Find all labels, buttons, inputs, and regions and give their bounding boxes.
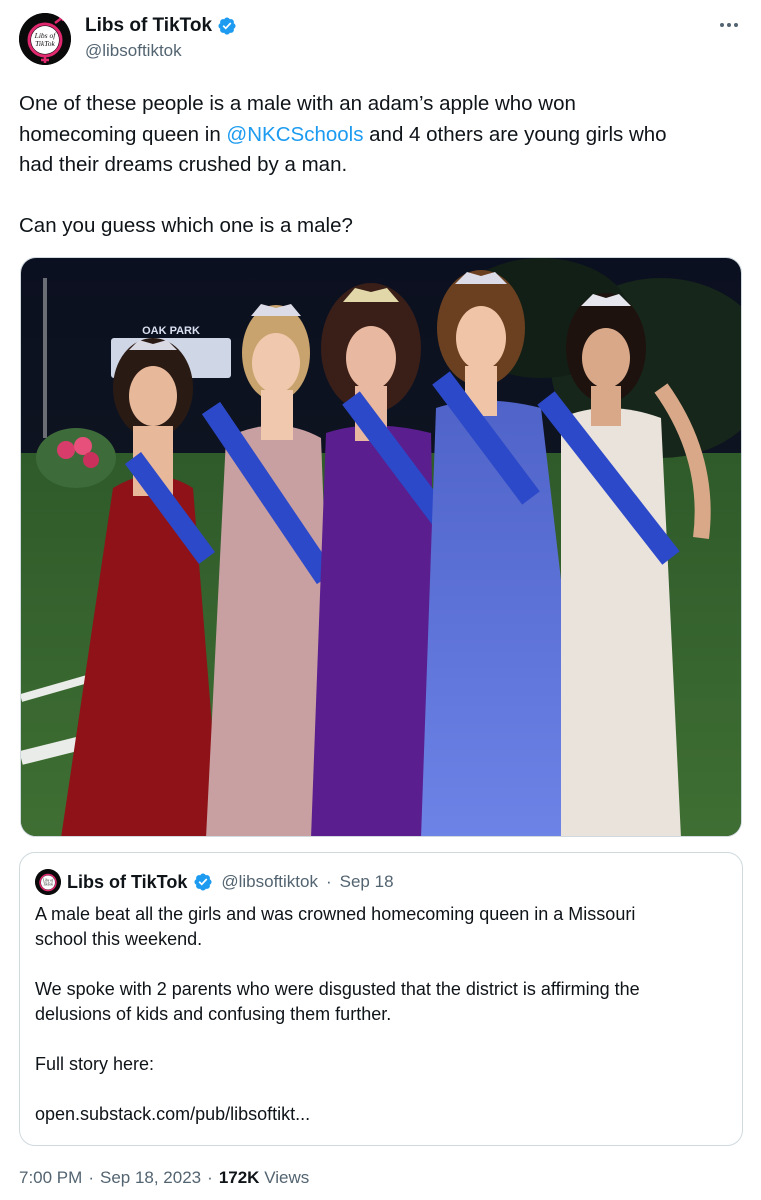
verified-badge-icon[interactable] [217,16,237,36]
tweet-text: One of these people is a male with an ad… [19,89,743,242]
tweet-footer: 7:00 PM · Sep 18, 2023 · 172K Views [19,1168,309,1188]
meta-separator: · [88,1168,94,1187]
quoted-line: We spoke with 2 parents who were disgust… [35,979,640,999]
quoted-tweet-header: Libs of TikTok Libs of TikTok @libsoftik… [35,869,726,895]
quoted-line: school this weekend. [35,929,203,949]
tweet-text-segment: and 4 others are young girls who [363,122,667,146]
author-names: Libs of TikTok @libsoftiktok [85,15,237,61]
views-label: Views [264,1168,310,1187]
verified-badge-icon[interactable] [193,872,213,892]
author-handle[interactable]: @libsoftiktok [85,41,237,61]
quoted-tweet-date[interactable]: Sep 18 [340,872,394,892]
mention-link[interactable]: @NKCSchools [226,123,363,146]
avatar-image: Libs of TikTok [35,869,61,895]
quoted-tweet[interactable]: Libs of TikTok Libs of TikTok @libsoftik… [19,852,743,1146]
tweet-date[interactable]: Sep 18, 2023 [100,1168,201,1188]
display-name-row: Libs of TikTok [85,15,237,37]
quoted-line: Full story here: [35,1054,155,1074]
tweet-line: One of these people is a male with an ad… [19,92,576,115]
meta-separator: · [207,1168,213,1187]
author-display-name[interactable]: Libs of TikTok [85,15,212,37]
tweet-line: had their dreams crushed by a man. [19,153,348,176]
quoted-link[interactable]: open.substack.com/pub/libsoftikt... [35,1102,726,1127]
avatar-image: Libs of TikTok [19,13,71,65]
homecoming-photo-image: OAK PARK [21,258,741,836]
meta-separator: · [325,872,332,891]
quoted-author-display-name[interactable]: Libs of TikTok [67,872,187,893]
more-dot-icon [734,23,738,27]
quoted-author-avatar[interactable]: Libs of TikTok [35,869,61,895]
more-dot-icon [720,23,724,27]
author-avatar[interactable]: Libs of TikTok [19,13,71,65]
svg-text:Libs of: Libs of [42,879,54,883]
tweet-line: homecoming queen in @NKCSchools and 4 ot… [19,120,743,151]
tweet-time[interactable]: 7:00 PM [19,1168,82,1188]
more-options-button[interactable] [715,15,743,35]
views-group[interactable]: 172K Views [219,1168,309,1188]
views-count: 172K [218,1168,260,1187]
tweet-header: Libs of TikTok Libs of TikTok @libsoftik… [19,13,743,67]
tweet-photo[interactable]: OAK PARK [20,257,742,837]
quoted-line: delusions of kids and confusing them fur… [35,1004,392,1024]
quoted-author-handle[interactable]: @libsoftiktok [221,872,318,892]
quoted-tweet-body: A male beat all the girls and was crowne… [35,902,726,1127]
more-dot-icon [727,23,731,27]
quoted-line: A male beat all the girls and was crowne… [35,904,636,924]
tweet-text-segment: homecoming queen in [19,122,227,146]
svg-text:OAK PARK: OAK PARK [142,325,200,337]
tweet-line: Can you guess which one is a male? [19,214,353,237]
svg-text:TikTok: TikTok [35,39,55,48]
svg-text:TikTok: TikTok [43,883,53,887]
